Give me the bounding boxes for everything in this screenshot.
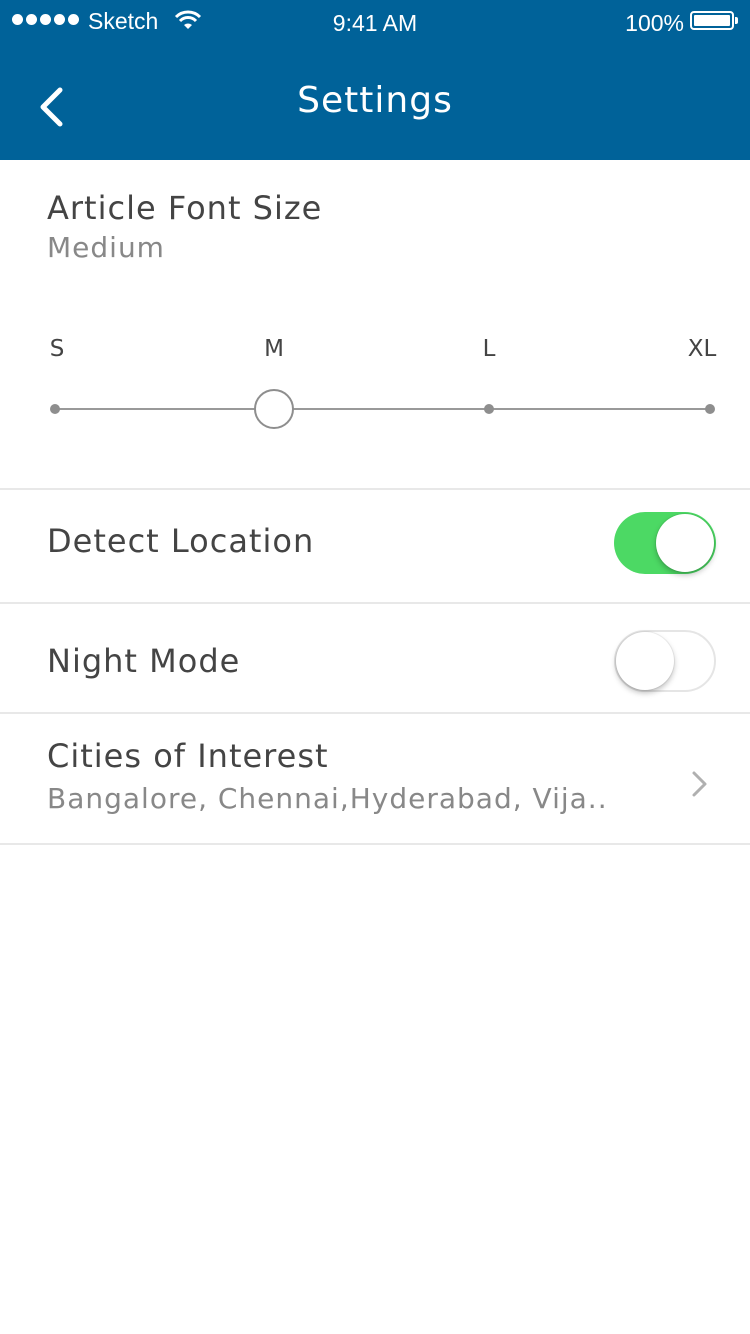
cities-value[interactable]: Bangalore, Chennai,Hyderabad, Vija.. bbox=[47, 782, 608, 815]
divider bbox=[0, 602, 750, 604]
night-mode-toggle[interactable] bbox=[614, 630, 716, 692]
slider-stop-xl[interactable] bbox=[705, 404, 715, 414]
night-mode-label: Night Mode bbox=[47, 642, 241, 680]
font-size-tick-l[interactable]: L bbox=[459, 336, 519, 362]
status-bar: Sketch 9:41 AM 100% bbox=[0, 0, 750, 42]
toggle-knob bbox=[656, 514, 714, 572]
toggle-knob bbox=[616, 632, 674, 690]
page-title: Settings bbox=[297, 80, 453, 121]
nav-header: Sketch 9:41 AM 100% Settings bbox=[0, 0, 750, 160]
chevron-right-icon[interactable] bbox=[688, 770, 712, 798]
divider bbox=[0, 712, 750, 714]
detect-location-label: Detect Location bbox=[47, 522, 315, 560]
font-size-slider-thumb[interactable] bbox=[254, 389, 294, 429]
divider bbox=[0, 843, 750, 845]
slider-stop-l[interactable] bbox=[484, 404, 494, 414]
cities-label[interactable]: Cities of Interest bbox=[47, 737, 329, 775]
slider-stop-s[interactable] bbox=[50, 404, 60, 414]
divider bbox=[0, 488, 750, 490]
detect-location-toggle[interactable] bbox=[614, 512, 716, 574]
font-size-tick-s[interactable]: S bbox=[27, 336, 87, 362]
font-size-title: Article Font Size bbox=[47, 189, 323, 227]
font-size-value: Medium bbox=[47, 231, 165, 264]
font-size-slider-track[interactable] bbox=[55, 408, 710, 410]
font-size-tick-m[interactable]: M bbox=[244, 336, 304, 362]
battery-icon bbox=[690, 11, 738, 30]
font-size-tick-xl[interactable]: XL bbox=[672, 336, 732, 362]
battery-percentage: 100% bbox=[625, 10, 684, 36]
